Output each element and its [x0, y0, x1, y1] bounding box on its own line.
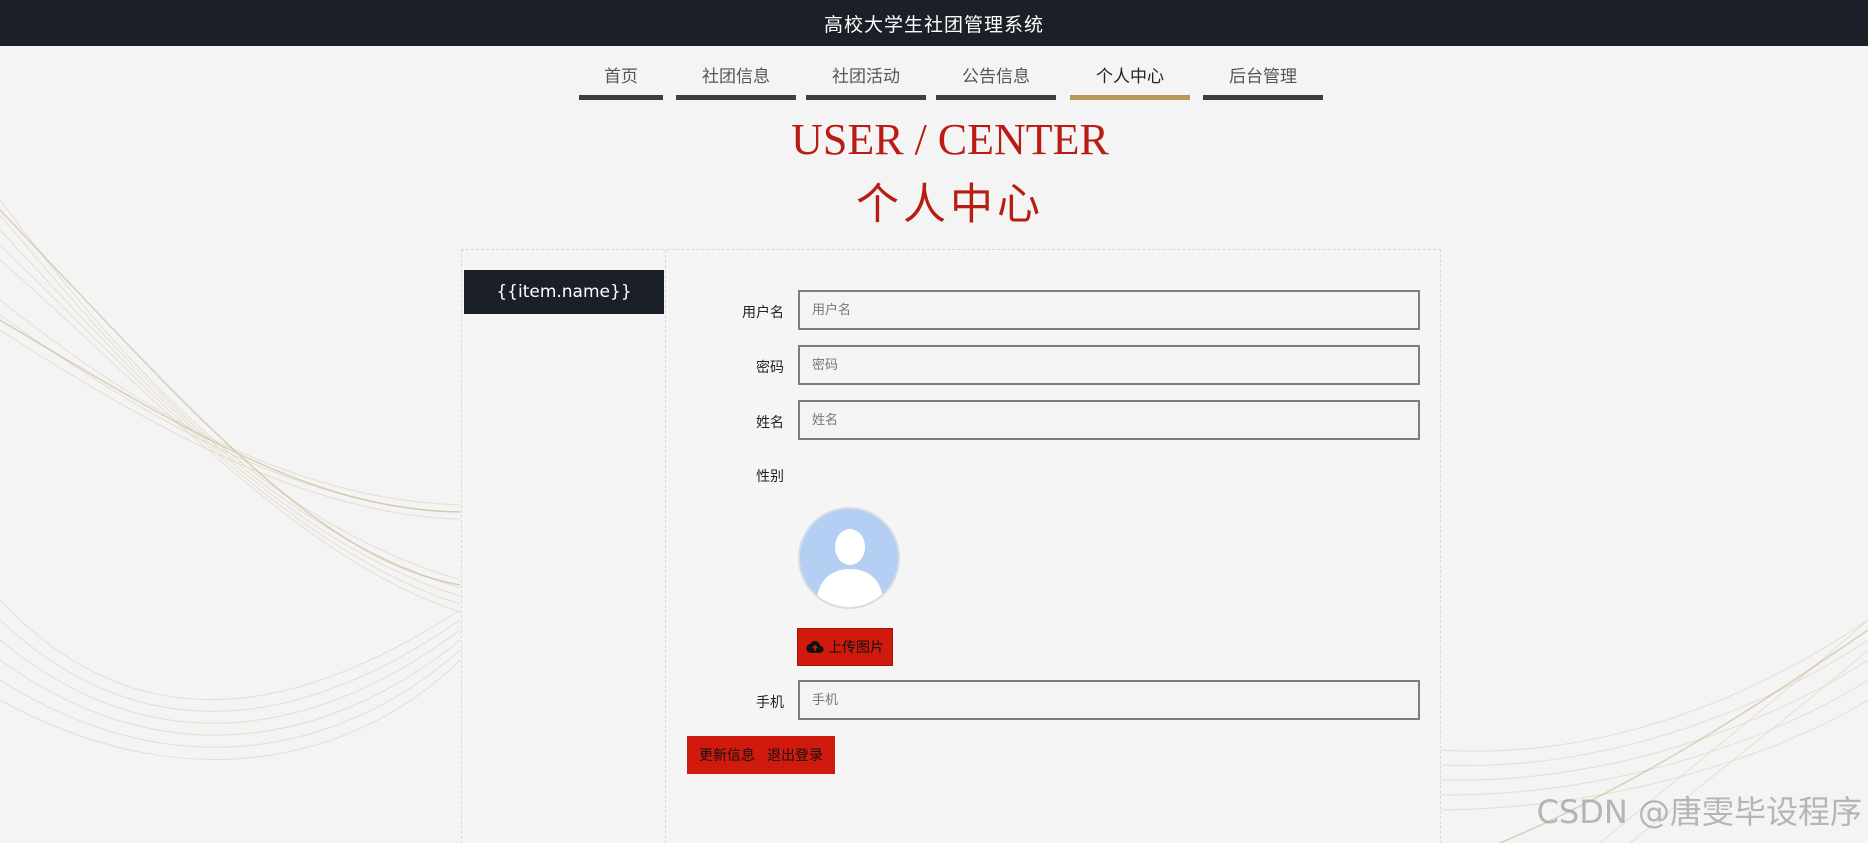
gender-label: 性别: [756, 469, 784, 485]
main-nav: 首页 社团信息 社团活动 公告信息 个人中心 后台管理: [0, 46, 1868, 102]
app-title: 高校大学生社团管理系统: [823, 13, 1044, 36]
nav-item-home[interactable]: 首页: [579, 62, 663, 100]
username-label: 用户名: [742, 305, 784, 321]
sidebar: {{item.name}}: [462, 250, 666, 843]
logout-button[interactable]: 退出登录: [767, 745, 823, 765]
nav-item-club-info[interactable]: 社团信息: [676, 62, 796, 100]
upload-image-button[interactable]: 上传图片: [797, 628, 893, 666]
page-title-zh: 个人中心: [856, 182, 1044, 229]
nav-item-club-activities[interactable]: 社团活动: [806, 62, 926, 100]
app-title-bar: 高校大学生社团管理系统: [0, 0, 1868, 46]
default-user-avatar-icon: [800, 509, 898, 607]
name-input[interactable]: [798, 400, 1420, 440]
sidebar-item[interactable]: {{item.name}}: [464, 270, 664, 314]
password-input[interactable]: [798, 345, 1420, 385]
user-center-panel: {{item.name}} 用户名 密码 姓名 性别 上传图片 手机 更新信息 …: [461, 249, 1441, 843]
nav-item-announcements[interactable]: 公告信息: [936, 62, 1056, 100]
nav-item-personal-center[interactable]: 个人中心: [1070, 62, 1190, 100]
username-input[interactable]: [798, 290, 1420, 330]
form-actions: 更新信息 退出登录: [687, 736, 835, 774]
name-label: 姓名: [756, 415, 784, 431]
update-info-button[interactable]: 更新信息: [699, 745, 755, 765]
upload-image-label: 上传图片: [828, 640, 884, 656]
password-label: 密码: [756, 360, 784, 376]
avatar: [798, 507, 900, 609]
cloud-upload-icon: [806, 641, 824, 653]
phone-input[interactable]: [798, 680, 1420, 720]
watermark: CSDN @唐雯毕设程序: [1536, 793, 1862, 831]
nav-item-admin[interactable]: 后台管理: [1203, 62, 1323, 100]
page-title-en: USER / CENTER: [791, 115, 1109, 164]
phone-label: 手机: [756, 695, 784, 711]
